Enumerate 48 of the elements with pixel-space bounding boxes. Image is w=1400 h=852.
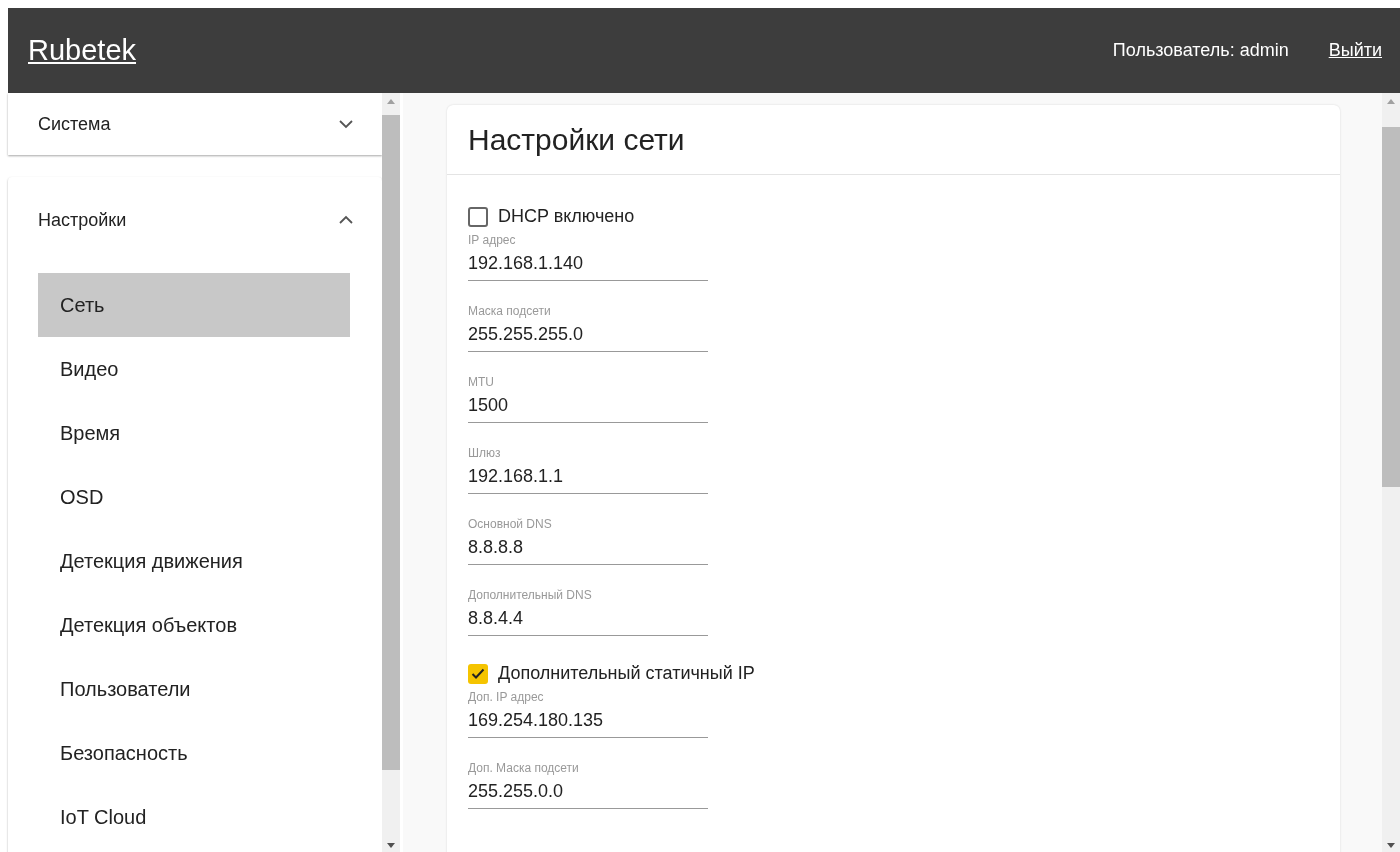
logout-link[interactable]: Выйти bbox=[1328, 37, 1382, 64]
accordion-header[interactable]: Настройки bbox=[8, 177, 382, 263]
sidebar-item[interactable]: IoT Cloud bbox=[38, 785, 350, 849]
sidebar-item[interactable]: Детекция объектов bbox=[38, 593, 350, 657]
field-label: Основной DNS bbox=[468, 516, 553, 532]
text-field[interactable]: Доп. Маска подсети 255.255.0.0 bbox=[468, 760, 708, 809]
field-value: 255.255.0.0 bbox=[468, 780, 565, 803]
sidebar-item[interactable]: Время bbox=[38, 401, 350, 465]
text-field[interactable]: Доп. IP адрес 169.254.180.135 bbox=[468, 689, 708, 738]
field-value: 192.168.1.140 bbox=[468, 252, 585, 275]
checkbox[interactable] bbox=[468, 206, 488, 227]
accordion-header[interactable]: Система bbox=[8, 93, 382, 155]
sidebar-item[interactable]: OSD bbox=[38, 465, 350, 529]
text-field[interactable]: MTU 1500 bbox=[468, 374, 708, 423]
field-label: Шлюз bbox=[468, 445, 502, 461]
field-label: IP адрес bbox=[468, 232, 517, 248]
text-field[interactable]: IP адрес 192.168.1.140 bbox=[468, 232, 708, 281]
field-value: 8.8.8.8 bbox=[468, 536, 525, 559]
sidebar-item[interactable]: Сеть bbox=[38, 273, 350, 337]
chevron-down-icon bbox=[338, 119, 354, 129]
checkmark-icon bbox=[471, 667, 485, 680]
text-field[interactable]: Дополнительный DNS 8.8.4.4 bbox=[468, 587, 708, 636]
field-label: MTU bbox=[468, 374, 495, 390]
text-field[interactable]: Основной DNS 8.8.8.8 bbox=[468, 516, 708, 565]
user-label: Пользователь: admin bbox=[1112, 39, 1289, 62]
sidebar-item[interactable]: Пользователи bbox=[38, 657, 350, 721]
scrollbar[interactable] bbox=[1382, 93, 1400, 852]
field-value: 192.168.1.1 bbox=[468, 465, 565, 488]
field-value: 255.255.255.0 bbox=[468, 323, 585, 346]
scrollbar[interactable] bbox=[382, 93, 400, 852]
checkbox-option[interactable]: Дополнительный статичный IP bbox=[468, 660, 1319, 687]
field-label: Дополнительный DNS bbox=[468, 587, 593, 603]
field-value: 1500 bbox=[468, 394, 510, 417]
field-value: 169.254.180.135 bbox=[468, 709, 605, 732]
checkbox[interactable] bbox=[468, 663, 488, 684]
sidebar-item[interactable]: Детекция движения bbox=[38, 529, 350, 593]
logo-link[interactable]: Rubetek bbox=[28, 28, 136, 73]
sidebar-item[interactable]: Видео bbox=[38, 337, 350, 401]
text-field[interactable]: Шлюз 192.168.1.1 bbox=[468, 445, 708, 494]
field-label: Маска подсети bbox=[468, 303, 552, 319]
card-title: Настройки сети bbox=[447, 105, 1340, 175]
text-field[interactable]: Маска подсети 255.255.255.0 bbox=[468, 303, 708, 352]
chevron-up-icon bbox=[338, 215, 354, 225]
checkbox-option[interactable]: DHCP включено bbox=[468, 203, 1319, 230]
field-label: Доп. Маска подсети bbox=[468, 760, 580, 776]
field-value: 8.8.4.4 bbox=[468, 607, 525, 630]
field-label: Доп. IP адрес bbox=[468, 689, 545, 705]
sidebar-item[interactable]: Безопасность bbox=[38, 721, 350, 785]
